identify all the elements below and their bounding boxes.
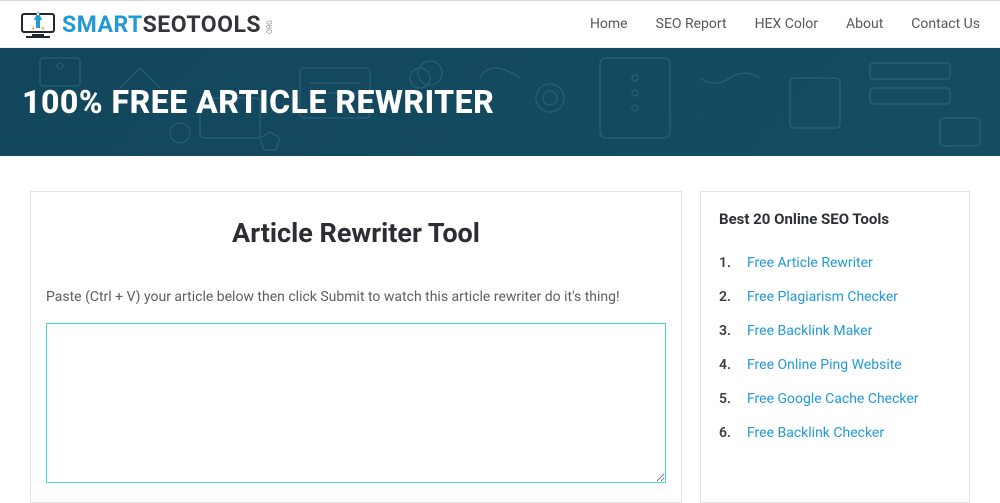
list-item: 3. Free Backlink Maker: [719, 314, 951, 348]
tool-link[interactable]: Free Google Cache Checker: [747, 391, 919, 407]
primary-nav: Home SEO Report HEX Color About Contact …: [590, 16, 980, 32]
nav-hex-color[interactable]: HEX Color: [755, 16, 818, 32]
logo-org-label: ORG: [266, 20, 274, 34]
site-header: SMARTSEOTOOLS ORG Home SEO Report HEX Co…: [0, 1, 1000, 48]
main-panel: Article Rewriter Tool Paste (Ctrl + V) y…: [30, 191, 682, 503]
rocket-monitor-icon: [20, 8, 56, 40]
list-item: 2. Free Plagiarism Checker: [719, 280, 951, 314]
nav-home[interactable]: Home: [590, 16, 628, 32]
tools-list: 1. Free Article Rewriter 2. Free Plagiaris…: [719, 246, 951, 450]
list-item: 4. Free Online Ping Website: [719, 348, 951, 382]
sidebar: Best 20 Online SEO Tools 1. Free Article …: [700, 191, 970, 503]
tool-link[interactable]: Free Online Ping Website: [747, 357, 902, 373]
content-area: Article Rewriter Tool Paste (Ctrl + V) y…: [0, 156, 1000, 503]
tool-title: Article Rewriter Tool: [46, 217, 666, 249]
tool-link[interactable]: Free Backlink Checker: [747, 425, 884, 441]
item-number: 4.: [719, 357, 735, 373]
sidebar-title: Best 20 Online SEO Tools: [719, 210, 951, 228]
nav-about[interactable]: About: [846, 16, 883, 32]
list-item: 6. Free Backlink Checker: [719, 416, 951, 450]
item-number: 3.: [719, 323, 735, 339]
page-title: 100% FREE ARTICLE REWRITER: [22, 83, 978, 121]
tool-link[interactable]: Free Plagiarism Checker: [747, 289, 898, 305]
article-input[interactable]: [46, 323, 666, 483]
instruction-text: Paste (Ctrl + V) your article below then…: [46, 289, 666, 305]
site-logo[interactable]: SMARTSEOTOOLS ORG: [20, 8, 277, 40]
logo-word-tools: TOOLS: [186, 11, 261, 38]
list-item: 5. Free Google Cache Checker: [719, 382, 951, 416]
item-number: 5.: [719, 391, 735, 407]
tool-link[interactable]: Free Article Rewriter: [747, 255, 873, 271]
item-number: 2.: [719, 289, 735, 305]
item-number: 6.: [719, 425, 735, 441]
logo-word-seo: SEO: [143, 11, 187, 38]
logo-word-smart: SMART: [62, 11, 143, 38]
nav-seo-report[interactable]: SEO Report: [656, 16, 727, 32]
hero-banner: 100% FREE ARTICLE REWRITER: [0, 48, 1000, 156]
list-item: 1. Free Article Rewriter: [719, 246, 951, 280]
tool-link[interactable]: Free Backlink Maker: [747, 323, 872, 339]
item-number: 1.: [719, 255, 735, 271]
nav-contact[interactable]: Contact Us: [911, 16, 980, 32]
logo-text: SMARTSEOTOOLS: [62, 11, 261, 38]
